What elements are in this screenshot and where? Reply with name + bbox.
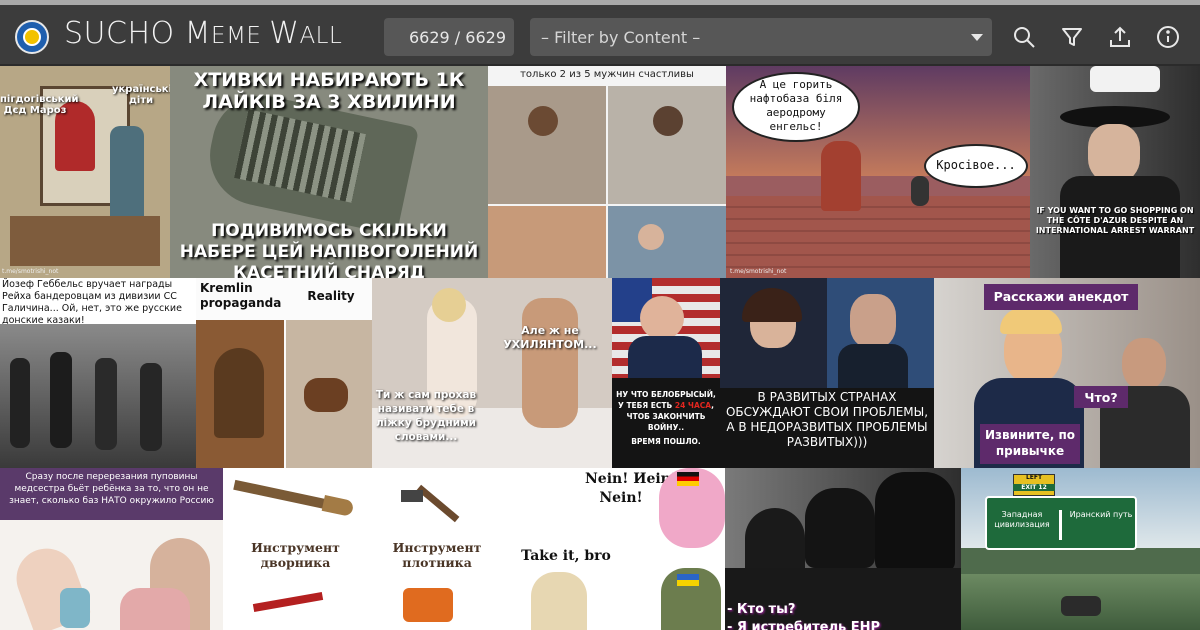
sun-icon: [23, 28, 41, 46]
meme-tile[interactable]: Nein! Иein! Nein! Take it, bro: [501, 468, 725, 630]
meme-tile[interactable]: Але ж не УХИЛЯНТОМ... Ти ж сам прохав на…: [372, 278, 612, 468]
search-icon: [1014, 27, 1035, 48]
meme-tile[interactable]: Расскажи анекдот Что? Извините, по привы…: [934, 278, 1200, 468]
top-navbar: SUCHO MEME WALL 6629 / 6629 – Filter by …: [0, 0, 1200, 64]
app-title[interactable]: SUCHO MEME WALL: [64, 16, 342, 51]
filter-placeholder: – Filter by Content –: [541, 28, 701, 47]
meme-tile[interactable]: IF YOU WANT TO GO SHOPPING ON THE CÔTE D…: [1030, 66, 1200, 278]
search-button[interactable]: [1012, 25, 1036, 49]
meme-tile[interactable]: только 2 из 5 мужчин счастливы: [488, 66, 726, 278]
meme-tile[interactable]: LEFT EXIT 12 Западная цивилизация Иранск…: [961, 468, 1200, 630]
meme-tile[interactable]: Инструмент дворника Инструмент плотника: [223, 468, 501, 630]
meme-tile[interactable]: А це горить нафтобаза біля аеродрому енг…: [726, 66, 1030, 278]
upload-icon: [1110, 26, 1130, 47]
filter-icon: [1062, 28, 1082, 46]
meme-tile[interactable]: Йозеф Геббельс вручает награды Рейха бан…: [0, 278, 196, 468]
meme-tile[interactable]: Сразу после перерезания пуповины медсест…: [0, 468, 223, 630]
meme-tile[interactable]: НУ ЧТО БЕЛОБРЫСЫЙ, У ТЕБЯ ЕСТЬ 24 ЧАСА, …: [612, 278, 720, 468]
info-button[interactable]: [1156, 25, 1180, 49]
meme-tile[interactable]: В РАЗВИТЫХ СТРАНАХ ОБСУЖДАЮТ СВОИ ПРОБЛЕ…: [720, 278, 934, 468]
sucho-logo[interactable]: [15, 20, 49, 54]
info-icon: [1157, 26, 1179, 48]
meme-grid: пігдогівський Дєд Мароз українські діти …: [0, 66, 1200, 630]
meme-tile[interactable]: ХТИВКИ НАБИРАЮТЬ 1К ЛАЙКІВ ЗА 3 ХВИЛИНИ …: [170, 66, 488, 278]
filter-button[interactable]: [1060, 25, 1084, 49]
content-filter-select[interactable]: – Filter by Content –: [530, 18, 992, 56]
meme-tile[interactable]: пігдогівський Дєд Мароз українські діти …: [0, 66, 170, 278]
chevron-down-icon: [971, 34, 983, 41]
meme-counter: 6629 / 6629: [384, 18, 514, 56]
upload-button[interactable]: [1108, 25, 1132, 49]
meme-tile[interactable]: Kremlin propaganda Reality: [196, 278, 372, 468]
meme-tile[interactable]: - Кто ты? - Я истребитель ЕНР: [725, 468, 961, 630]
